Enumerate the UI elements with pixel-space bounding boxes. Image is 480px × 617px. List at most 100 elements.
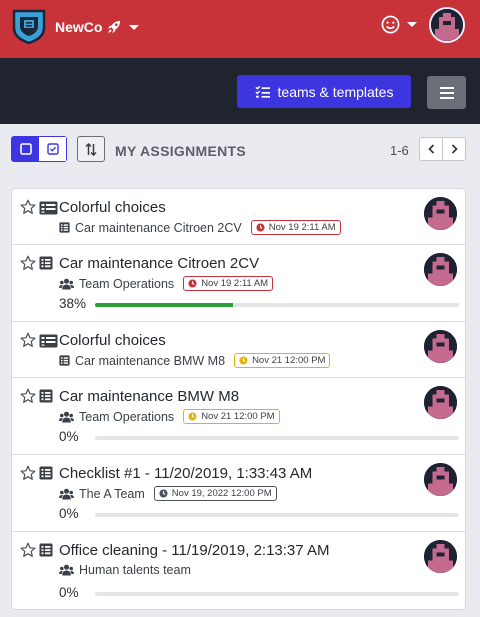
checklist-icon (254, 85, 270, 98)
assignee-avatar[interactable] (424, 197, 457, 230)
clock-icon (239, 356, 248, 365)
assignment-title[interactable]: Office cleaning - 11/19/2019, 2:13:37 AM (59, 542, 329, 559)
subtitle-text: Team Operations (79, 409, 175, 424)
due-date-badge: Nov 19 2:11 AM (250, 220, 341, 235)
progress-bar (95, 436, 459, 440)
clock-icon (159, 489, 168, 498)
assignee-avatar[interactable] (424, 540, 457, 573)
assignment-subtitle: Team Operations Nov 19 2:11 AM (59, 276, 274, 291)
assignment-title[interactable]: Car maintenance Citroen 2CV (59, 255, 259, 272)
clock-icon (188, 412, 197, 421)
sort-icon (85, 142, 97, 156)
subtitle-text: Human talents team (79, 563, 191, 577)
assignment-subtitle: Car maintenance BMW M8 Nov 21 12:00 PM (59, 353, 331, 368)
view-open-button[interactable] (12, 137, 39, 161)
progress-percent: 0% (59, 506, 79, 521)
users-icon (59, 488, 74, 500)
assignment-subtitle: The A Team Nov 19, 2022 12:00 PM (59, 486, 277, 501)
due-date-text: Nov 19 2:11 AM (268, 222, 336, 233)
due-date-badge: Nov 21 12:00 PM (183, 409, 280, 424)
users-icon (59, 564, 74, 576)
card-list-icon (39, 201, 58, 220)
assignment-row[interactable]: Car maintenance BMW M8 Team Operations Nov… (12, 378, 465, 455)
square-icon (19, 143, 32, 155)
smile-icon (381, 15, 400, 34)
rocket-icon (108, 20, 121, 34)
view-toggle (11, 136, 67, 162)
assignment-row[interactable]: Colorful choices Car maintenance BMW M8 No… (12, 322, 465, 378)
subtitle-text: Team Operations (79, 276, 175, 291)
card-list-icon (39, 334, 58, 353)
menu-button[interactable] (427, 76, 466, 109)
logo-shield-icon[interactable] (12, 8, 46, 44)
users-icon (59, 278, 74, 290)
clock-icon (256, 223, 265, 232)
progress-bar-fill (95, 303, 234, 307)
pagination (419, 137, 466, 161)
sort-button[interactable] (77, 136, 105, 162)
list-icon (39, 543, 53, 562)
progress-bar (95, 303, 459, 307)
star-icon[interactable] (20, 255, 36, 276)
list-icon (39, 466, 53, 485)
progress-bar (95, 513, 459, 517)
chevron-down-icon (129, 24, 140, 30)
assignment-subtitle: Team Operations Nov 21 12:00 PM (59, 409, 280, 424)
due-date-text: Nov 21 12:00 PM (201, 411, 275, 422)
due-date-badge: Nov 19, 2022 12:00 PM (153, 486, 277, 501)
chevron-left-icon (428, 144, 434, 154)
star-icon[interactable] (20, 465, 36, 486)
subtitle-text: The A Team (79, 486, 145, 501)
pagination-range: 1-6 (390, 143, 409, 158)
assignments-list: Colorful choices Car maintenance Citroen … (11, 188, 466, 610)
assignment-title[interactable]: Checklist #1 - 11/20/2019, 1:33:43 AM (59, 465, 312, 482)
assignment-subtitle: Car maintenance Citroen 2CV Nov 19 2:11 A… (59, 220, 341, 235)
progress-percent: 38% (59, 296, 87, 311)
list-icon (59, 222, 70, 233)
teams-templates-button[interactable]: teams & templates (237, 75, 411, 108)
due-date-badge: Nov 21 12:00 PM (234, 353, 331, 368)
subtitle-text: Car maintenance BMW M8 (75, 353, 226, 368)
assignee-avatar[interactable] (424, 330, 457, 363)
hamburger-icon (439, 86, 454, 99)
subtitle-text: Car maintenance Citroen 2CV (75, 220, 242, 235)
due-date-badge: Nov 19 2:11 AM (183, 276, 274, 291)
brand-name: NewCo (55, 19, 103, 35)
reactions-dropdown[interactable] (381, 15, 417, 34)
check-square-icon (46, 143, 59, 155)
chevron-down-icon (407, 22, 417, 27)
star-icon[interactable] (20, 542, 36, 563)
page-title: MY ASSIGNMENTS (115, 143, 246, 159)
assignee-avatar[interactable] (424, 253, 457, 286)
star-icon[interactable] (20, 199, 36, 220)
assignment-row[interactable]: Checklist #1 - 11/20/2019, 1:33:43 AM The… (12, 455, 465, 532)
assignment-row[interactable]: Car maintenance Citroen 2CV Team Operatio… (12, 245, 465, 322)
assignee-avatar[interactable] (424, 386, 457, 419)
progress-percent: 0% (59, 429, 79, 444)
progress-percent: 0% (59, 585, 79, 600)
due-date-text: Nov 21 12:00 PM (252, 355, 326, 366)
due-date-text: Nov 19, 2022 12:00 PM (171, 488, 272, 499)
star-icon[interactable] (20, 388, 36, 409)
list-icon (39, 256, 53, 275)
next-page-button[interactable] (442, 138, 465, 160)
assignee-avatar[interactable] (424, 463, 457, 496)
assignment-title[interactable]: Car maintenance BMW M8 (59, 388, 239, 405)
teams-templates-label: teams & templates (277, 83, 394, 100)
clock-icon (188, 279, 197, 288)
assignment-title[interactable]: Colorful choices (59, 199, 166, 216)
view-done-button[interactable] (39, 137, 66, 161)
top-navbar: NewCo (0, 0, 480, 58)
progress-bar (95, 592, 459, 596)
due-date-text: Nov 19 2:11 AM (201, 278, 269, 289)
chevron-right-icon (451, 144, 458, 154)
user-avatar[interactable] (429, 7, 465, 43)
assignment-subtitle: Human talents team (59, 563, 191, 577)
assignment-row[interactable]: Colorful choices Car maintenance Citroen … (12, 189, 465, 245)
star-icon[interactable] (20, 332, 36, 353)
list-icon (59, 355, 70, 366)
assignment-title[interactable]: Colorful choices (59, 332, 166, 349)
prev-page-button[interactable] (420, 138, 442, 160)
assignment-row[interactable]: Office cleaning - 11/19/2019, 2:13:37 AM… (12, 532, 465, 609)
brand-dropdown[interactable]: NewCo (55, 19, 140, 35)
